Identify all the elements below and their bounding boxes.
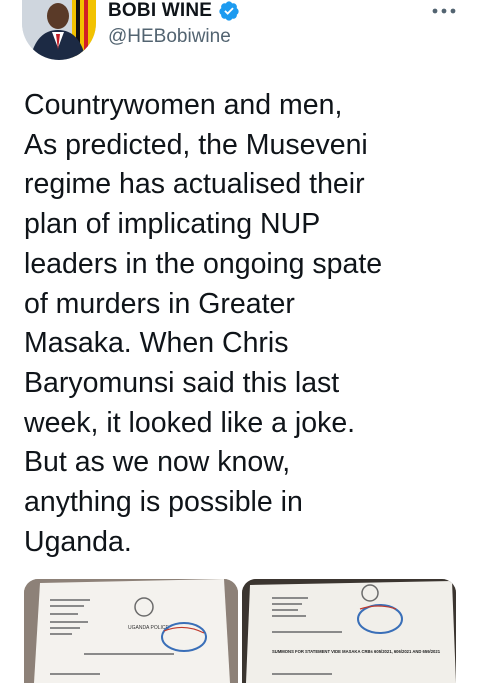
media-1-heading: UGANDA POLICE xyxy=(128,625,170,631)
more-options-icon[interactable] xyxy=(429,0,459,22)
author-name-row: BOBI WINE xyxy=(108,0,240,22)
verified-badge-icon xyxy=(218,0,240,22)
media-photo-2[interactable]: SUMMONS FOR STATEMENT VIDE MASAKA CRBs 6… xyxy=(242,579,456,683)
media-photo-1[interactable]: UGANDA POLICE xyxy=(24,579,238,683)
tweet-media-grid: UGANDA POLICE SUMMONS FOR STATEMENT VIDE… xyxy=(24,579,456,683)
author-display-name[interactable]: BOBI WINE xyxy=(108,0,212,22)
author-handle[interactable]: @HEBobiwine xyxy=(108,26,231,48)
tweet: BOBI WINE @HEBobiwine Countrywomen and m… xyxy=(0,0,477,683)
tweet-text: Countrywomen and men, As predicted, the … xyxy=(24,89,383,558)
media-2-heading: SUMMONS FOR STATEMENT VIDE MASAKA CRBs 6… xyxy=(272,649,441,654)
author-avatar[interactable] xyxy=(22,0,96,60)
